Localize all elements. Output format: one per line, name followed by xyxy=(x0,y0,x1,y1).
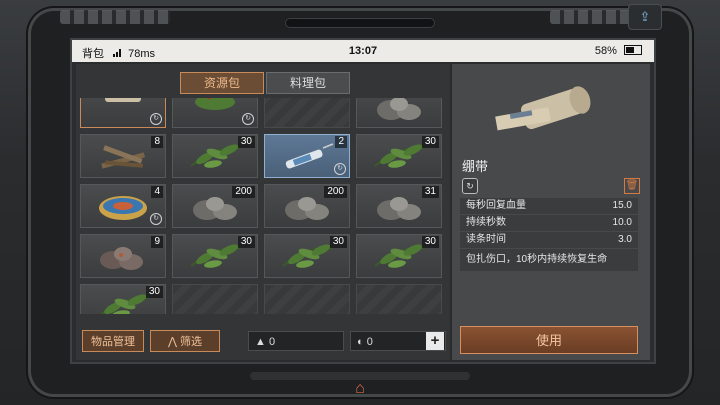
use-button[interactable]: 使用 xyxy=(460,326,638,354)
leaves-icon xyxy=(369,240,429,279)
frame-grip-left xyxy=(60,10,170,24)
stat-row: 读条时间 3.0 xyxy=(460,232,638,248)
item-count: 30 xyxy=(329,236,347,248)
home-icon: ⌂ xyxy=(355,380,365,397)
item-stats: 每秒回复血量 15.0 持续秒数 10.0 读条时间 3.0 包扎伤口，10秒内持续恢… xyxy=(460,198,638,271)
wood-icon xyxy=(93,140,153,179)
item-count: 8 xyxy=(151,136,163,148)
item-count: 30 xyxy=(237,136,255,148)
inventory-slot[interactable] xyxy=(264,284,350,314)
share-icon: ⇪ xyxy=(639,9,651,24)
item-count: 31 xyxy=(421,186,439,198)
inventory-grid: ↻ ↻ 8 30 2 ↻ 30 4 ↻ 200 200 31 9 30 30 30 30 xyxy=(76,98,450,314)
bandage-icon xyxy=(93,98,153,129)
share-button[interactable]: ⇪ xyxy=(628,4,662,30)
inventory-slot[interactable]: 200 xyxy=(172,184,258,228)
inventory-slot[interactable]: 30 xyxy=(356,134,442,178)
inventory-panel: 资源包 料理包 ↻ ↻ 8 30 2 ↻ 30 4 ↻ 200 200 31 9 30 30 30 30 物品管… xyxy=(76,64,450,360)
ore-icon xyxy=(93,240,153,279)
filter-label: 筛选 xyxy=(180,336,203,348)
item-name: 绷带 xyxy=(462,159,489,174)
canned-fish-icon xyxy=(93,190,153,229)
filter-icon: ⋀ xyxy=(167,336,181,348)
status-time: 13:07 xyxy=(348,45,378,57)
item-manage-button[interactable]: 物品管理 xyxy=(82,330,144,352)
item-count: 30 xyxy=(421,136,439,148)
filter-button[interactable]: ⋀ 筛选 xyxy=(150,330,220,352)
item-count: 200 xyxy=(324,186,347,198)
inventory-slot[interactable] xyxy=(356,98,442,128)
stat-value: 10.0 xyxy=(612,217,632,228)
item-count: 30 xyxy=(237,236,255,248)
home-button[interactable]: ⌂ xyxy=(340,378,380,400)
inventory-slot[interactable] xyxy=(356,284,442,314)
stat-label: 读条时间 xyxy=(466,234,506,245)
counter-2-value: 0 xyxy=(366,336,373,348)
recycle-badge-icon: ↻ xyxy=(150,113,162,125)
berries-icon xyxy=(185,98,245,129)
stat-value: 3.0 xyxy=(618,234,632,245)
inventory-slot[interactable]: 30 xyxy=(172,234,258,278)
coin-icon: ◐ xyxy=(357,336,367,348)
item-count: 9 xyxy=(151,236,163,248)
battery-icon xyxy=(624,45,642,55)
tab-cooking-pack[interactable]: 料理包 xyxy=(266,72,350,94)
inventory-toolbar: 物品管理 ⋀ 筛选 ▲ 0 ◐ 0 + xyxy=(80,330,454,360)
tab-resource-pack[interactable]: 资源包 xyxy=(180,72,264,94)
inventory-slot[interactable]: 31 xyxy=(356,184,442,228)
add-button[interactable]: + xyxy=(426,332,444,350)
stat-label: 持续秒数 xyxy=(466,217,506,228)
inventory-slot[interactable]: ↻ xyxy=(172,98,258,128)
inventory-slot[interactable] xyxy=(264,98,350,128)
inventory-slot[interactable]: 2 ↻ xyxy=(264,134,350,178)
bandage-icon xyxy=(495,86,591,131)
inventory-slot[interactable]: 200 xyxy=(264,184,350,228)
inventory-screen: 背包 78ms 13:07 58% 资源包 料理包 ↻ ↻ 8 30 2 ↻ 30 4 ↻ 200… xyxy=(70,38,656,364)
item-count: 30 xyxy=(421,236,439,248)
syringe-icon xyxy=(277,140,337,179)
stat-row: 每秒回复血量 15.0 xyxy=(460,198,638,214)
inventory-slot[interactable] xyxy=(172,284,258,314)
resource-counter-1: ▲ 0 xyxy=(248,331,344,351)
inventory-slot[interactable]: 30 xyxy=(80,284,166,314)
leaves-icon xyxy=(185,140,245,179)
leaves-icon xyxy=(93,290,153,314)
mountain-icon: ▲ xyxy=(255,336,269,348)
inventory-slot[interactable]: 4 ↻ xyxy=(80,184,166,228)
leaves-icon xyxy=(277,240,337,279)
recycle-icon[interactable]: ↻ xyxy=(462,178,478,194)
stat-value: 15.0 xyxy=(612,200,632,211)
trash-icon[interactable]: 🗑 xyxy=(624,178,640,194)
inventory-slot[interactable]: ↻ xyxy=(80,98,166,128)
status-bar: 背包 78ms 13:07 58% xyxy=(72,40,654,62)
stone-icon xyxy=(369,98,429,129)
item-count: 2 xyxy=(335,136,347,148)
leaves-icon xyxy=(185,240,245,279)
recycle-badge-icon: ↻ xyxy=(150,213,162,225)
item-count: 4 xyxy=(151,186,163,198)
inventory-slot[interactable]: 8 xyxy=(80,134,166,178)
inventory-slot[interactable]: 30 xyxy=(264,234,350,278)
item-detail-panel: 绷带 ↻ 🗑 每秒回复血量 15.0 持续秒数 10.0 读条时间 3.0 包扎伤口，… xyxy=(452,64,650,360)
frame-top-slot xyxy=(285,18,435,28)
status-battery: 58% xyxy=(594,45,617,57)
item-count: 30 xyxy=(145,286,163,298)
recycle-badge-icon: ↻ xyxy=(242,113,254,125)
inventory-slot[interactable]: 30 xyxy=(172,134,258,178)
item-count: 200 xyxy=(232,186,255,198)
inventory-slot[interactable]: 30 xyxy=(356,234,442,278)
stat-row: 持续秒数 10.0 xyxy=(460,215,638,231)
stat-label: 每秒回复血量 xyxy=(466,200,526,211)
item-description: 包扎伤口，10秒内持续恢复生命 xyxy=(460,249,638,271)
counter-1-value: 0 xyxy=(268,336,276,348)
stone-icon xyxy=(369,190,429,229)
inventory-slot[interactable]: 9 xyxy=(80,234,166,278)
recycle-badge-icon: ↻ xyxy=(334,163,346,175)
leaves-icon xyxy=(369,140,429,179)
